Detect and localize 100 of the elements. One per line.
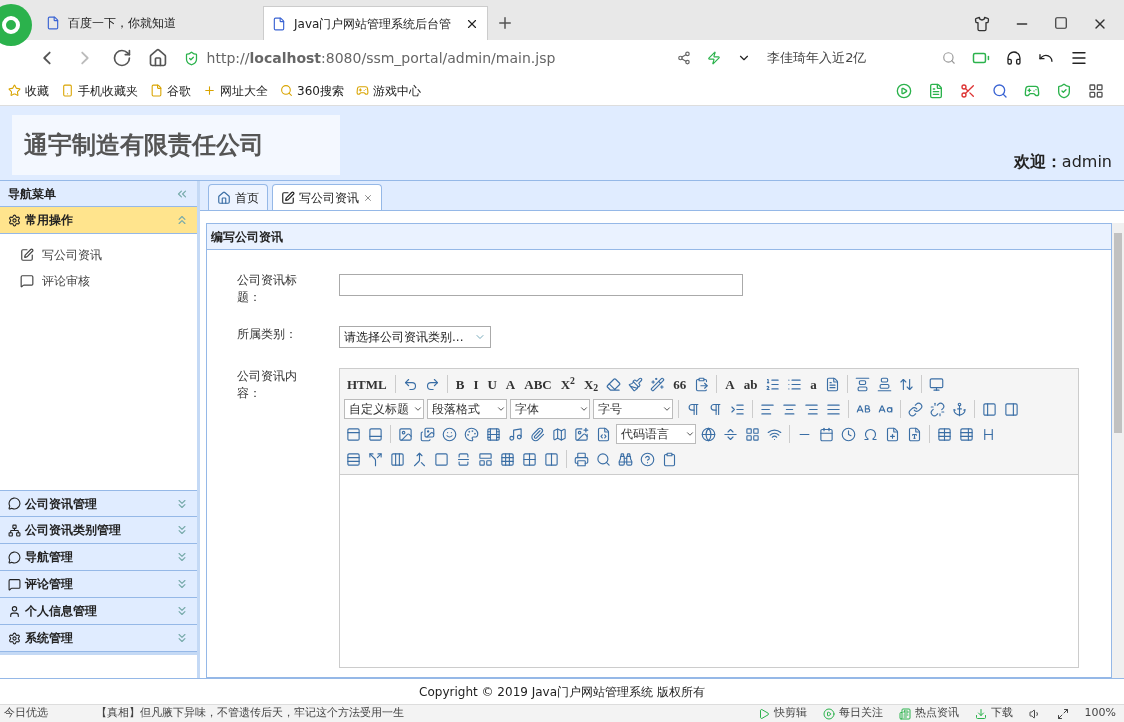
bookmark-link[interactable]: 网址大全	[203, 81, 268, 100]
toolbar-dropdown[interactable]: 段落格式	[427, 399, 507, 419]
calendar-icon[interactable]	[819, 426, 834, 442]
images-icon[interactable]	[420, 426, 435, 442]
browser-tab[interactable]: Java门户网站管理系统后台管	[263, 6, 488, 40]
align-left-icon[interactable]	[760, 401, 775, 417]
toolbar-button[interactable]: X$_{2}$	[580, 377, 602, 391]
status-item[interactable]: 快剪辑	[757, 705, 807, 722]
link-icon[interactable]	[908, 401, 923, 417]
bookmark-link[interactable]: 收藏	[8, 81, 49, 100]
accordion-header[interactable]: 公司资讯类别管理	[0, 517, 197, 544]
search-field[interactable]: 李佳琦年入近2亿	[767, 48, 927, 68]
home-icon[interactable]	[147, 48, 168, 68]
unlink-icon[interactable]	[930, 401, 945, 417]
status-item[interactable]: 每日关注	[822, 705, 883, 722]
toolbar-button[interactable]: a	[807, 377, 820, 391]
redo-icon[interactable]	[424, 376, 440, 392]
split-cells-icon[interactable]	[500, 451, 515, 467]
preview-icon[interactable]	[596, 451, 611, 467]
clipboard-icon[interactable]	[662, 451, 677, 467]
toolbar-button[interactable]: U	[484, 377, 500, 391]
bookmark-link[interactable]: 游戏中心	[355, 81, 421, 100]
toolbar-button[interactable]: 66	[670, 377, 690, 391]
zoom-level[interactable]: 100%	[1084, 705, 1116, 722]
grid-icon[interactable]	[1088, 82, 1104, 99]
address-field[interactable]: http://localhost:8080/ssm_portal/admin/main.jsp	[206, 47, 556, 69]
spacing-top-icon[interactable]	[854, 376, 870, 392]
toolbar-button[interactable]: X$^{2}$	[557, 377, 578, 391]
accordion-header[interactable]: 系统管理	[0, 625, 197, 652]
monitor-icon[interactable]	[928, 376, 944, 392]
word-icon[interactable]	[907, 426, 922, 442]
toolbar-dropdown[interactable]: 字号	[593, 399, 673, 419]
menu-icon[interactable]	[1070, 49, 1088, 67]
status-item[interactable]: 下载	[974, 705, 1013, 722]
insert-row-icon[interactable]	[346, 451, 361, 467]
toolbar-button[interactable]: I	[470, 377, 482, 391]
palette-icon[interactable]	[464, 426, 479, 442]
input-field[interactable]	[339, 274, 743, 296]
picture-icon[interactable]	[574, 426, 589, 442]
page-icon[interactable]	[824, 376, 840, 392]
paste-icon[interactable]	[694, 376, 710, 392]
bookmark-link[interactable]: 谷歌	[150, 81, 191, 100]
browser-tab[interactable]: 百度一下，你就知道	[38, 6, 263, 40]
table-icon[interactable]	[937, 426, 952, 442]
status-text[interactable]: 今日优选	[4, 705, 48, 722]
maximize-icon[interactable]	[1054, 16, 1068, 30]
shield-icon[interactable]	[1056, 82, 1072, 99]
lightning-icon[interactable]	[707, 51, 722, 65]
category-select[interactable]: 请选择公司资讯类别...	[339, 326, 491, 348]
template-icon[interactable]	[745, 426, 760, 442]
map-icon[interactable]	[552, 426, 567, 442]
rich-text-editor[interactable]: HTML B I U A ABC X$^{2}$ X$_{2}$ 66 A ab a 自定义标题 段落格式 字体 字号 代码语言	[339, 368, 1079, 668]
news-link[interactable]: 【真相】但凡腋下异味，不管遗传后天，牢记这个方法受用一生	[96, 705, 404, 722]
rtl-icon[interactable]	[708, 401, 723, 417]
bullet-list-icon[interactable]	[787, 376, 803, 392]
page-tab[interactable]: 首页	[208, 184, 268, 210]
menu-item[interactable]: 写公司资讯	[20, 246, 197, 264]
insert-column-icon[interactable]	[390, 451, 405, 467]
spacing-bottom-icon[interactable]	[876, 376, 892, 392]
align-center-icon[interactable]	[782, 401, 797, 417]
shirt-icon[interactable]	[974, 16, 990, 32]
attachment-icon[interactable]	[530, 426, 545, 442]
new-tab-icon[interactable]	[496, 14, 514, 32]
indent-icon[interactable]	[730, 401, 745, 417]
reload-icon[interactable]	[111, 48, 132, 68]
toolbar-button[interactable]: A	[502, 377, 519, 391]
page-break-icon[interactable]	[723, 426, 738, 442]
document-icon[interactable]	[928, 82, 944, 99]
code-icon[interactable]	[596, 426, 611, 442]
headphones-icon[interactable]	[1006, 50, 1023, 66]
search-icon[interactable]	[992, 82, 1008, 99]
align-right-icon[interactable]	[804, 401, 819, 417]
clock-icon[interactable]	[841, 426, 856, 442]
brush-icon[interactable]	[628, 376, 644, 392]
omega-icon[interactable]	[863, 426, 878, 442]
binoculars-icon[interactable]	[618, 451, 633, 467]
bookmark-link[interactable]: 360搜索	[280, 81, 344, 100]
toolbar-button[interactable]: ABC	[521, 377, 555, 391]
music-icon[interactable]	[508, 426, 523, 442]
video-icon[interactable]	[486, 426, 501, 442]
menu-item[interactable]: 评论审核	[20, 272, 197, 290]
help-icon[interactable]	[640, 451, 655, 467]
anchor-icon[interactable]	[952, 401, 967, 417]
toolbar-button[interactable]: B	[452, 377, 468, 391]
toolbar-dropdown[interactable]: 代码语言	[616, 424, 696, 444]
accordion-header[interactable]: 常用操作	[0, 207, 197, 234]
document-add-icon[interactable]	[885, 426, 900, 442]
page-tab[interactable]: 写公司资讯	[272, 184, 382, 210]
scrollbar[interactable]	[1112, 223, 1124, 678]
numbered-list-icon[interactable]	[765, 376, 781, 392]
toolbar-dropdown[interactable]: 字体	[510, 399, 590, 419]
align-justify-icon[interactable]	[826, 401, 841, 417]
accordion-header[interactable]: 评论管理	[0, 571, 197, 598]
ltr-icon[interactable]	[686, 401, 701, 417]
scissors-icon[interactable]	[960, 82, 976, 99]
accordion-header[interactable]: 个人信息管理	[0, 598, 197, 625]
line-height-icon[interactable]	[898, 376, 914, 392]
wand-icon[interactable]	[650, 376, 666, 392]
share-icon[interactable]	[677, 51, 692, 65]
image-icon[interactable]	[398, 426, 413, 442]
